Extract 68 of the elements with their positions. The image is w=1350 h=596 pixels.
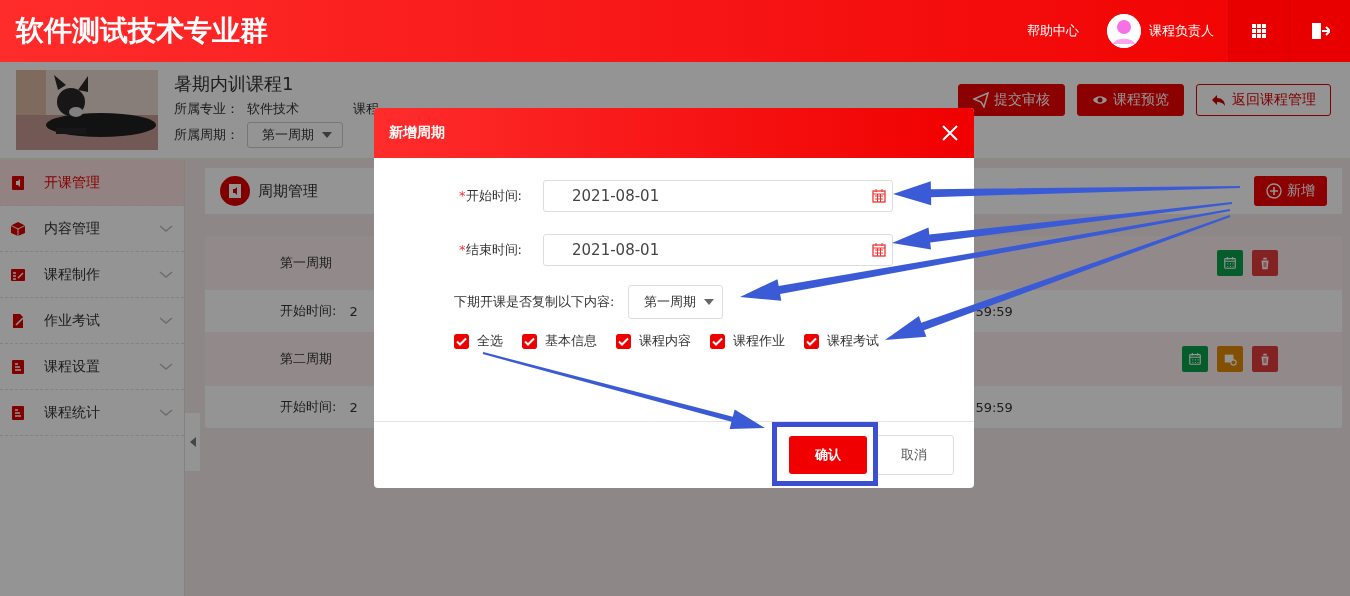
- book-icon: [10, 174, 26, 191]
- cube-icon: [10, 220, 26, 237]
- checkbox-label[interactable]: 全选: [477, 332, 503, 350]
- calendar-icon[interactable]: [1182, 346, 1208, 372]
- calendar-clock-icon[interactable]: [1217, 346, 1243, 372]
- date-field[interactable]: 2021-08-01: [543, 180, 893, 212]
- major-value: 软件技术: [247, 100, 300, 118]
- sidebar-item[interactable]: 课程设置: [0, 344, 184, 390]
- time-label: 开始时间:: [280, 398, 337, 416]
- add-button[interactable]: 新增: [1254, 176, 1327, 206]
- collapse-handle[interactable]: [185, 413, 200, 471]
- app-title: 软件测试技术专业群: [16, 13, 269, 49]
- book-icon: [10, 358, 26, 375]
- period-name: 第二周期: [280, 350, 333, 368]
- checkbox[interactable]: [710, 333, 725, 349]
- checkbox[interactable]: [522, 333, 537, 349]
- time-label: 开始时间:: [280, 302, 337, 320]
- period-dropdown[interactable]: 第一周期: [247, 122, 343, 148]
- sidebar-item[interactable]: 课程统计: [0, 390, 184, 436]
- course-title: 暑期内训课程1: [174, 72, 295, 96]
- logout-button[interactable]: [1289, 0, 1350, 62]
- date-field[interactable]: 2021-08-01: [543, 234, 893, 266]
- calendar-icon[interactable]: [1217, 250, 1243, 276]
- sidebar-item[interactable]: 课程制作: [0, 252, 184, 298]
- caret-icon: [704, 299, 715, 305]
- action-button[interactable]: 课程预览: [1077, 84, 1184, 116]
- delete-icon[interactable]: [1252, 346, 1278, 372]
- field-label: 所属专业：: [174, 100, 239, 118]
- panel-icon: [220, 176, 250, 206]
- panel-title: 周期管理: [258, 181, 318, 201]
- checkbox[interactable]: [616, 333, 631, 349]
- dialog-title: 新增周期: [389, 124, 446, 142]
- field-label: 所属周期：: [174, 126, 239, 144]
- help-link[interactable]: 帮助中心: [1027, 22, 1079, 40]
- time-value: 59:59: [975, 399, 1013, 415]
- grid-icon: [1251, 23, 1267, 39]
- period-name: 第一周期: [280, 254, 333, 272]
- time-value: 2: [349, 303, 359, 319]
- checkbox-label[interactable]: 课程内容: [639, 332, 691, 350]
- field-label: *开始时间:: [458, 187, 523, 205]
- checkbox-label[interactable]: 基本信息: [545, 332, 597, 350]
- calendar-icon: [872, 243, 886, 257]
- apps-button[interactable]: [1228, 0, 1289, 62]
- checkbox-label[interactable]: 课程考试: [827, 332, 879, 350]
- caret-icon: [322, 132, 332, 138]
- action-button[interactable]: 提交审核: [958, 84, 1065, 116]
- delete-icon[interactable]: [1252, 250, 1278, 276]
- logout-icon: [1310, 21, 1330, 41]
- calendar-icon: [872, 189, 886, 203]
- send-icon: [973, 92, 989, 108]
- field-label: *结束时间:: [458, 241, 523, 259]
- checkbox-label[interactable]: 课程作业: [733, 332, 785, 350]
- sidebar-item[interactable]: 内容管理: [0, 206, 184, 252]
- action-button[interactable]: 返回课程管理: [1196, 84, 1331, 116]
- confirm-button[interactable]: 确认: [789, 436, 867, 474]
- checkbox[interactable]: [804, 333, 819, 349]
- avatar-icon[interactable]: [1107, 14, 1141, 48]
- time-value: 2: [349, 399, 359, 415]
- checkbox[interactable]: [454, 333, 469, 349]
- user-name[interactable]: 课程负责人: [1149, 22, 1214, 40]
- field-label: 下期开课是否复制以下内容:: [454, 293, 615, 311]
- sidebar-item[interactable]: 作业考试: [0, 298, 184, 344]
- edit-icon: [10, 266, 26, 283]
- book-icon: [10, 404, 26, 421]
- plus-icon: [1266, 183, 1282, 199]
- period-dropdown[interactable]: 第一周期: [628, 285, 724, 319]
- document-icon: [10, 312, 26, 329]
- close-icon[interactable]: [940, 123, 960, 143]
